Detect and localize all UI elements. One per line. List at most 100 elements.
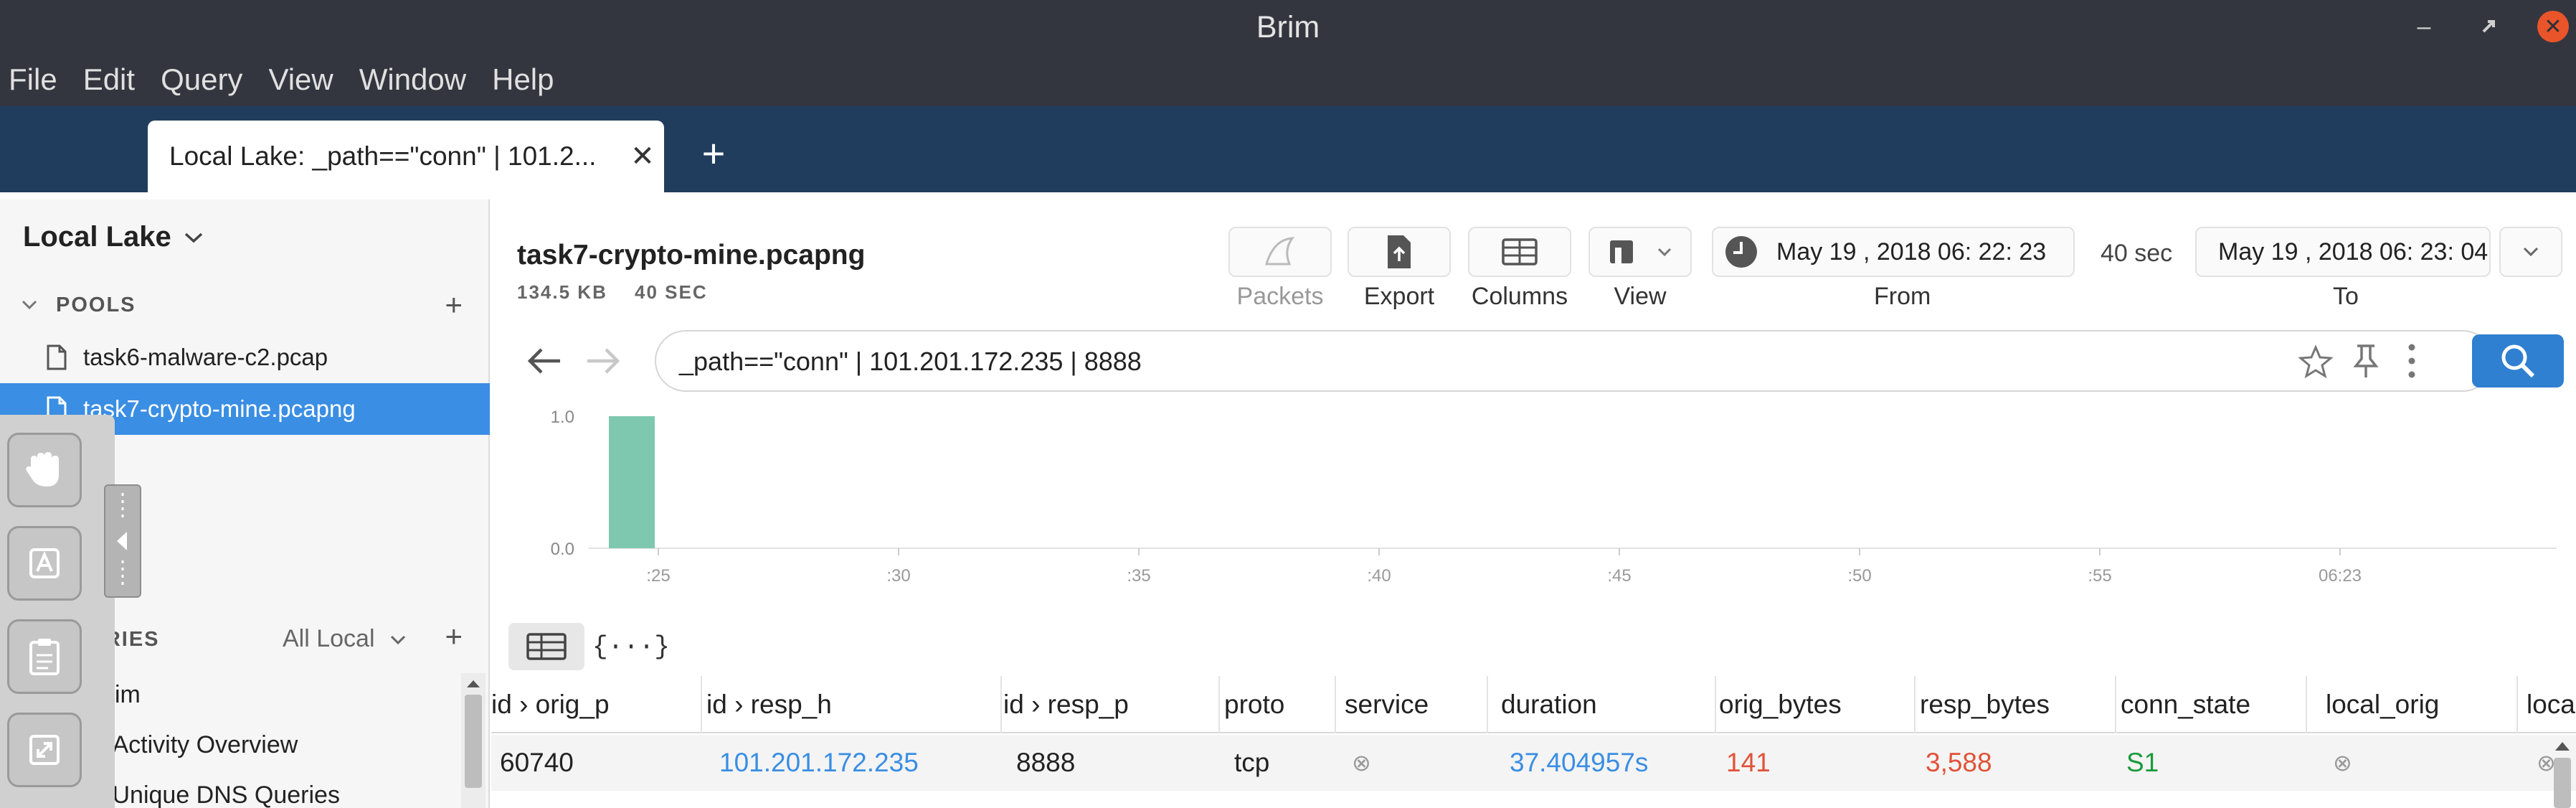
column-header[interactable]: conn_state <box>2121 676 2307 733</box>
menu-help[interactable]: Help <box>492 62 554 97</box>
column-header[interactable]: proto <box>1224 676 1336 733</box>
x-tick-label: :25 <box>646 566 670 586</box>
search-query[interactable]: _path=="conn" | 101.201.172.235 | 8888 <box>679 347 1142 377</box>
column-header[interactable]: loca <box>2527 676 2576 733</box>
search-bar[interactable]: _path=="conn" | 101.201.172.235 | 8888 <box>655 330 2494 392</box>
add-query-button[interactable]: + <box>445 619 463 654</box>
column-header[interactable]: resp_bytes <box>1920 676 2116 733</box>
scrollbar-thumb[interactable] <box>465 695 482 788</box>
to-time-field[interactable]: May 19 , 2018 06: 23: 04 <box>2195 227 2491 277</box>
pool-title: task7-crypto-mine.pcapng <box>517 240 866 271</box>
chevron-down-icon <box>2523 247 2539 257</box>
chevron-down-icon[interactable] <box>20 299 39 311</box>
column-header-label: service <box>1345 690 1429 719</box>
tab-label: Local Lake: _path=="conn" | 101.2... <box>169 141 597 171</box>
column-header-label: loca <box>2527 690 2575 719</box>
menu-query[interactable]: Query <box>161 62 242 97</box>
cell-local-orig: ⊗ <box>2333 750 2352 776</box>
menu-window[interactable]: Window <box>359 62 466 97</box>
export-icon <box>1388 235 1411 268</box>
query-label: Unique DNS Queries <box>112 781 340 808</box>
packets-button[interactable] <box>1228 227 1332 277</box>
maximize-button[interactable] <box>2460 0 2517 53</box>
table-scrollbar[interactable] <box>2548 735 2576 808</box>
column-header-label: id › resp_h <box>706 690 832 719</box>
column-header[interactable]: orig_bytes <box>1719 676 1916 733</box>
menu-bar: File Edit Query View Window Help <box>0 53 2576 106</box>
cell-resp-host[interactable]: 101.201.172.235 <box>719 735 919 791</box>
to-time-value: May 19 , 2018 06: 23: 04 <box>2218 238 2489 266</box>
file-icon <box>47 344 67 370</box>
view-button[interactable] <box>1588 227 1692 277</box>
table-row[interactable]: 60740 101.201.172.235 8888 tcp ⊗ 37.4049… <box>491 735 2576 791</box>
restore-icon <box>2482 20 2495 33</box>
add-pool-button[interactable]: + <box>445 288 463 322</box>
star-icon[interactable] <box>2298 344 2333 379</box>
tab-close-icon[interactable]: ✕ <box>621 140 664 173</box>
text-tool-button[interactable] <box>7 526 82 601</box>
view-label: View <box>1614 283 1667 310</box>
from-time-field[interactable]: May 19 , 2018 06: 22: 23 <box>1712 227 2075 277</box>
title-bar: Brim – ✕ <box>0 0 2576 53</box>
columns-button[interactable] <box>1468 227 1571 277</box>
search-icon <box>2501 344 2535 378</box>
histogram-bar[interactable] <box>609 416 655 548</box>
column-header[interactable]: local_orig <box>2326 676 2518 733</box>
chevron-down-icon <box>1657 248 1672 257</box>
toolbar-collapse-handle[interactable] <box>104 484 141 598</box>
column-header[interactable]: id › resp_h <box>706 676 1002 733</box>
cell-orig-port: 60740 <box>500 748 574 777</box>
table-icon <box>1502 238 1538 266</box>
clipboard-icon <box>29 639 60 675</box>
floating-toolbar <box>0 415 115 808</box>
histogram-chart: 1.0 0.0:25:30:35:40:45:50:55 06:23 <box>551 408 2557 586</box>
column-header[interactable]: id › resp_p <box>1003 676 1220 733</box>
expand-button[interactable] <box>7 713 82 787</box>
column-header-label: proto <box>1224 690 1285 719</box>
close-window-button[interactable]: ✕ <box>2524 0 2576 53</box>
pin-icon[interactable] <box>2350 343 2382 379</box>
column-header[interactable]: service <box>1345 676 1488 733</box>
time-range-dropdown[interactable] <box>2499 227 2562 277</box>
pool-item-task6[interactable]: task6-malware-c2.pcap <box>0 332 490 383</box>
forward-arrow-icon[interactable] <box>582 343 625 379</box>
x-tick-label: :40 <box>1367 566 1391 586</box>
column-header-label: local_orig <box>2326 690 2440 719</box>
shark-fin-icon <box>1264 237 1295 266</box>
new-tab-button[interactable]: + <box>692 128 735 178</box>
column-header[interactable]: id › orig_p <box>491 676 702 733</box>
pools-label: POOLS <box>56 293 136 316</box>
menu-edit[interactable]: Edit <box>83 62 135 97</box>
from-time-value: May 19 , 2018 06: 22: 23 <box>1776 238 2047 266</box>
x-tick-label: :35 <box>1127 566 1150 586</box>
x-tick-label: :50 <box>1847 566 1871 586</box>
cell-service: ⊗ <box>1352 750 1371 776</box>
clipboard-button[interactable] <box>7 619 82 694</box>
scroll-up-icon <box>467 680 480 687</box>
minimize-button[interactable]: – <box>2395 0 2453 53</box>
table-view-button[interactable] <box>508 623 584 670</box>
time-span: 40 sec <box>2101 240 2173 267</box>
column-header-label: duration <box>1501 690 1597 719</box>
more-options-icon[interactable] <box>2403 342 2420 380</box>
column-header[interactable]: duration <box>1501 676 1716 733</box>
x-tick-label: :55 <box>2088 566 2111 586</box>
menu-file[interactable]: File <box>9 62 57 97</box>
layout-icon <box>1610 240 1633 263</box>
scrollbar-thumb[interactable] <box>2554 758 2571 808</box>
expand-icon <box>29 735 60 765</box>
export-button[interactable] <box>1348 227 1451 277</box>
export-label: Export <box>1363 283 1435 310</box>
sidebar-scrollbar[interactable] <box>461 673 486 808</box>
chevron-left-icon <box>117 493 127 589</box>
packets-label: Packets <box>1236 283 1324 310</box>
queries-scope-select[interactable]: All Local <box>283 625 407 653</box>
lake-selector[interactable]: Local Lake <box>23 221 204 253</box>
hand-tool-button[interactable] <box>7 433 82 507</box>
menu-view[interactable]: View <box>268 62 333 97</box>
tab-local-lake[interactable]: Local Lake: _path=="conn" | 101.2... ✕ <box>148 121 664 192</box>
back-arrow-icon[interactable] <box>523 343 566 379</box>
search-button[interactable] <box>2472 334 2564 387</box>
chevron-down-icon <box>184 232 202 243</box>
json-view-button[interactable]: {···} <box>592 623 670 670</box>
